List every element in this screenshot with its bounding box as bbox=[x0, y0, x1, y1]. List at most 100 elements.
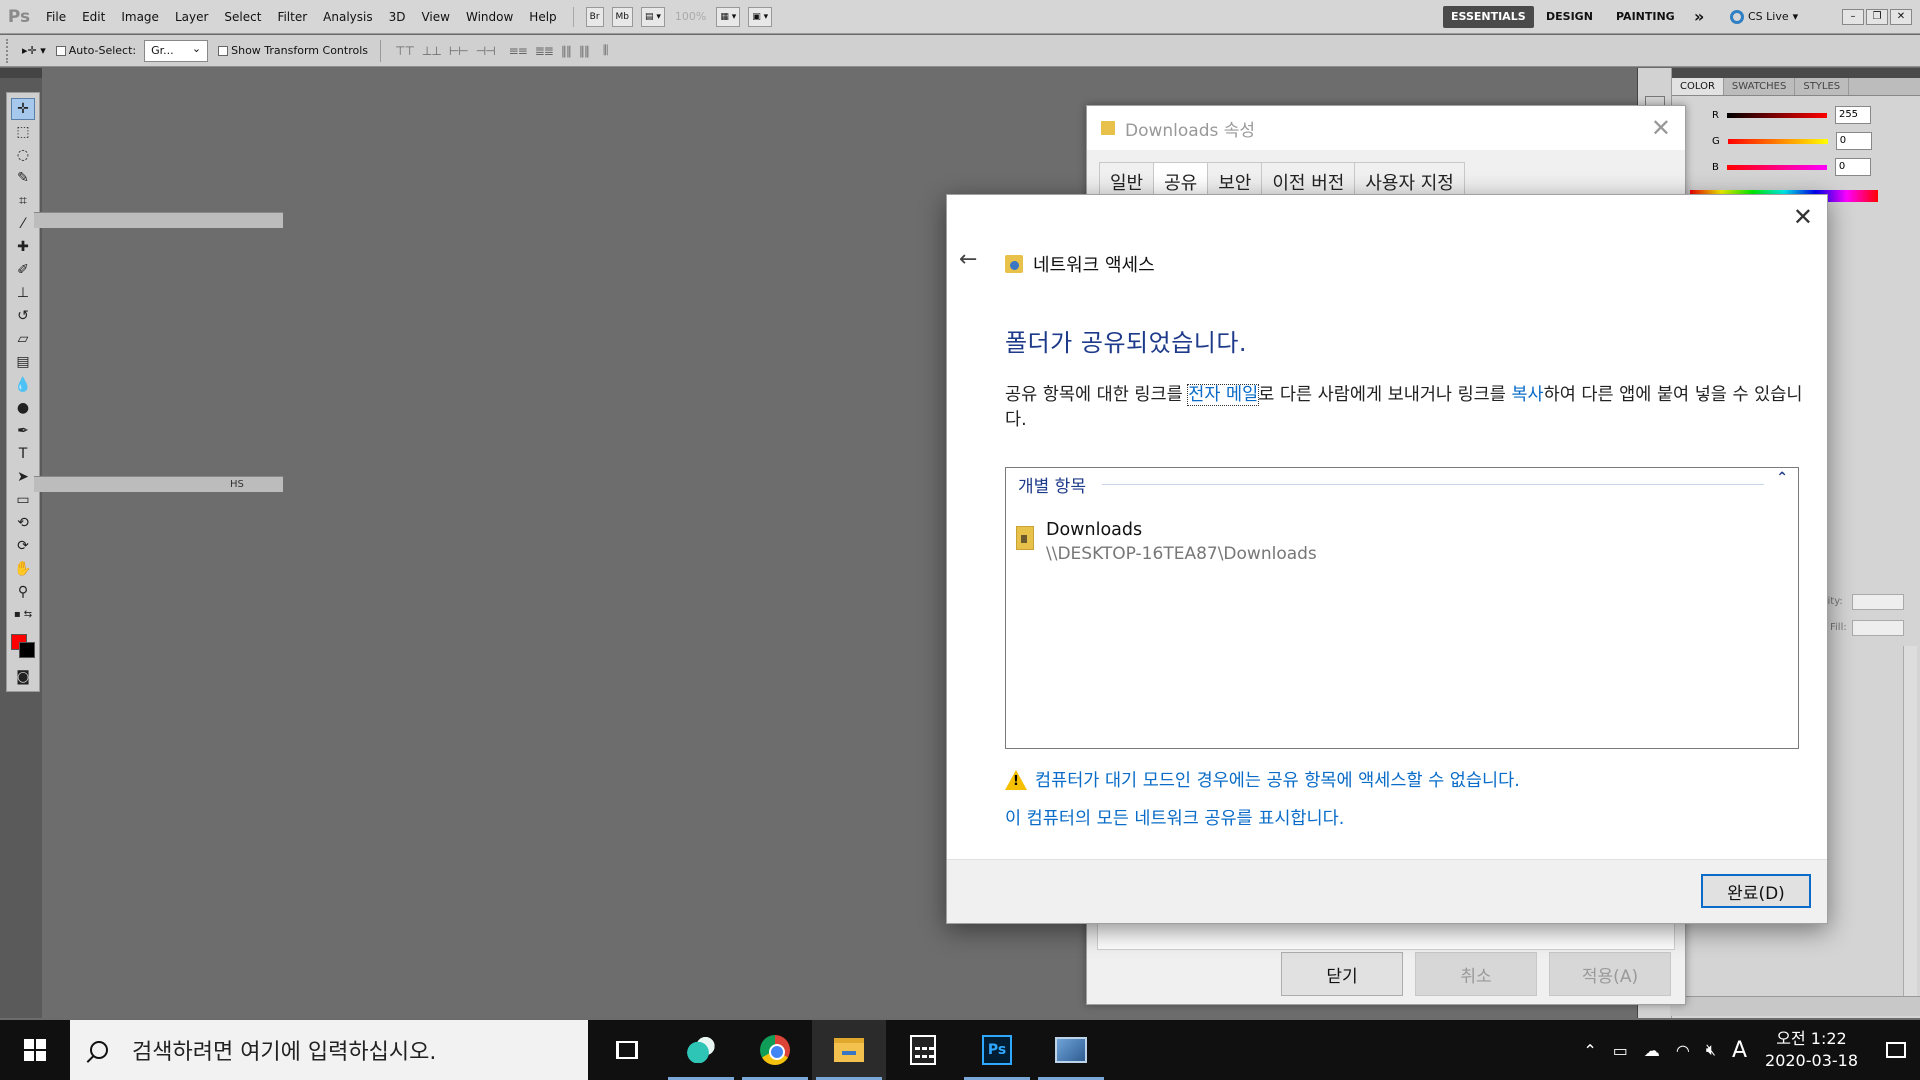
volume-muted-icon[interactable]: 🔇︎ bbox=[1706, 1040, 1716, 1060]
menu-layer[interactable]: Layer bbox=[167, 0, 216, 34]
eraser-tool-icon[interactable]: ▱ bbox=[11, 328, 35, 350]
red-value-input[interactable]: 255 bbox=[1834, 106, 1871, 124]
done-button[interactable]: 완료(D) bbox=[1701, 874, 1811, 908]
show-hidden-icons-chevron-icon[interactable]: ⌃ bbox=[1583, 1041, 1596, 1060]
zoom-tool-icon[interactable]: ⚲ bbox=[11, 581, 35, 603]
distribute-right-icon[interactable]: ∥∥ bbox=[579, 44, 590, 58]
distribute-top-icon[interactable]: ≡≡ bbox=[509, 44, 528, 58]
align-top-icon[interactable]: ⊤⊤ bbox=[395, 44, 415, 58]
auto-select-dropdown[interactable]: Gr... bbox=[144, 39, 209, 62]
hand-tool-icon[interactable]: ✋ bbox=[11, 558, 35, 580]
distribute-left-icon[interactable]: ∥∥ bbox=[561, 44, 572, 58]
close-button[interactable]: ✕ bbox=[1890, 9, 1912, 25]
mini-bridge-button[interactable]: Mb bbox=[611, 6, 634, 27]
auto-align-icon[interactable]: ⫼ bbox=[603, 43, 608, 58]
3d-rotate-tool-icon[interactable]: ⟲ bbox=[11, 512, 35, 534]
options-grip[interactable] bbox=[6, 38, 14, 63]
color-swatches[interactable] bbox=[9, 632, 37, 660]
workspace-essentials[interactable]: ESSENTIALS bbox=[1443, 6, 1534, 28]
opacity-input[interactable] bbox=[1852, 594, 1904, 610]
brush-tool-icon[interactable]: ✐ bbox=[11, 259, 35, 281]
menu-file[interactable]: File bbox=[38, 0, 74, 34]
menu-filter[interactable]: Filter bbox=[269, 0, 315, 34]
menu-view[interactable]: View bbox=[413, 0, 457, 34]
healing-brush-tool-icon[interactable]: ✚ bbox=[11, 236, 35, 258]
workspace-painting[interactable]: PAINTING bbox=[1608, 0, 1683, 34]
list-item[interactable]: Downloads \\DESKTOP-16TEA87\Downloads bbox=[1016, 518, 1317, 566]
quick-mask-icon[interactable]: ◙ bbox=[11, 666, 35, 688]
battery-icon[interactable]: ▭ bbox=[1613, 1041, 1628, 1060]
tab-color[interactable]: COLOR bbox=[1672, 78, 1724, 95]
show-transform-option[interactable]: Show Transform Controls bbox=[218, 44, 368, 57]
taskbar-app-chrome[interactable] bbox=[738, 1020, 812, 1080]
auto-select-option[interactable]: Auto-Select: bbox=[55, 44, 136, 57]
standby-warning[interactable]: 컴퓨터가 대기 모드인 경우에는 공유 항목에 액세스할 수 없습니다. bbox=[1005, 767, 1520, 792]
blue-slider[interactable] bbox=[1726, 164, 1827, 170]
swap-colors-icon[interactable]: ▪ ⇆ bbox=[11, 604, 35, 626]
show-transform-checkbox[interactable] bbox=[218, 45, 229, 56]
share-close-icon[interactable]: ✕ bbox=[1793, 203, 1813, 231]
start-button[interactable] bbox=[0, 1020, 70, 1080]
green-value-input[interactable]: 0 bbox=[1835, 132, 1872, 150]
tab-swatches[interactable]: SWATCHES bbox=[1724, 78, 1796, 95]
cancel-button[interactable]: 취소 bbox=[1415, 952, 1537, 996]
email-link[interactable]: 전자 메일 bbox=[1187, 384, 1260, 406]
align-left-icon[interactable]: ⊢⊢ bbox=[449, 44, 469, 58]
distribute-buttons[interactable]: ≡≡ ≣≣ ∥∥ ∥∥ bbox=[509, 44, 590, 58]
workspace-design[interactable]: DESIGN bbox=[1538, 0, 1601, 34]
zoom-level[interactable]: 100% bbox=[675, 10, 706, 23]
menu-edit[interactable]: Edit bbox=[74, 0, 113, 34]
distribute-middle-icon[interactable]: ≣≣ bbox=[535, 44, 554, 58]
close-dialog-button[interactable]: 닫기 bbox=[1281, 952, 1403, 996]
view-extras-button[interactable]: ▤ ▾ bbox=[641, 6, 665, 27]
menu-analysis[interactable]: Analysis bbox=[315, 0, 380, 34]
fill-input[interactable] bbox=[1852, 620, 1904, 636]
minimize-button[interactable]: – bbox=[1842, 9, 1864, 25]
properties-close-icon[interactable]: ✕ bbox=[1651, 114, 1671, 142]
task-view-button[interactable] bbox=[590, 1020, 664, 1080]
clone-stamp-tool-icon[interactable]: ⊥ bbox=[11, 282, 35, 304]
quick-select-tool-icon[interactable]: ✎ bbox=[11, 167, 35, 189]
collapse-chevron-icon[interactable]: ⌃ bbox=[1776, 470, 1788, 486]
layers-tab-partial[interactable]: HS bbox=[230, 479, 244, 490]
path-selection-tool-icon[interactable]: ➤ bbox=[11, 466, 35, 488]
background-color-swatch[interactable] bbox=[19, 642, 35, 658]
align-buttons[interactable]: ⊤⊤ ⊥⊥ ⊢⊢ ⊣⊣ bbox=[395, 44, 496, 58]
restore-button[interactable]: ❐ bbox=[1866, 9, 1888, 25]
move-tool-preset-icon[interactable]: ▸✛ ▾ bbox=[22, 44, 46, 57]
align-hcenter-icon[interactable]: ⊣⊣ bbox=[476, 44, 496, 58]
show-all-shares-link[interactable]: 이 컴퓨터의 모든 네트워크 공유를 표시합니다. bbox=[1005, 805, 1344, 830]
workspace-more-button[interactable]: » bbox=[1686, 0, 1712, 34]
menu-image[interactable]: Image bbox=[113, 0, 167, 34]
action-center-button[interactable] bbox=[1872, 1020, 1920, 1080]
3d-orbit-tool-icon[interactable]: ⟳ bbox=[11, 535, 35, 557]
taskbar-search-box[interactable]: 검색하려면 여기에 입력하십시오. bbox=[70, 1020, 588, 1080]
cs-live-button[interactable]: CS Live ▾ bbox=[1730, 0, 1798, 34]
taskbar-app-explorer[interactable] bbox=[812, 1020, 886, 1080]
standby-warning-text[interactable]: 컴퓨터가 대기 모드인 경우에는 공유 항목에 액세스할 수 없습니다. bbox=[1035, 767, 1520, 792]
onedrive-cloud-icon[interactable]: ☁ bbox=[1644, 1041, 1660, 1060]
marquee-tool-icon[interactable]: ⬚ bbox=[11, 121, 35, 143]
red-slider[interactable] bbox=[1726, 112, 1827, 118]
pen-tool-icon[interactable]: ✒ bbox=[11, 420, 35, 442]
crop-tool-icon[interactable]: ⌗ bbox=[11, 190, 35, 212]
screen-mode-button[interactable]: ▣ ▾ bbox=[748, 6, 773, 27]
dodge-tool-icon[interactable]: ● bbox=[11, 397, 35, 419]
menu-3d[interactable]: 3D bbox=[381, 0, 414, 34]
menu-window[interactable]: Window bbox=[458, 0, 521, 34]
blue-value-input[interactable]: 0 bbox=[1834, 158, 1871, 176]
adjustments-panel-header[interactable] bbox=[34, 212, 283, 228]
auto-align-button[interactable]: ⫼ bbox=[603, 43, 608, 58]
copy-link[interactable]: 복사 bbox=[1511, 385, 1543, 405]
blur-tool-icon[interactable]: 💧 bbox=[11, 374, 35, 396]
layers-scrollbar[interactable] bbox=[1903, 646, 1917, 996]
move-tool-icon[interactable]: ✛ bbox=[11, 97, 35, 120]
tools-panel-header[interactable] bbox=[0, 68, 42, 78]
shape-tool-icon[interactable]: ▭ bbox=[11, 489, 35, 511]
taskbar-app-photoshop[interactable]: Ps bbox=[960, 1020, 1034, 1080]
layers-panel-header[interactable]: HS bbox=[34, 476, 283, 492]
eyedropper-tool-icon[interactable]: ⁄ bbox=[11, 213, 35, 235]
menu-help[interactable]: Help bbox=[521, 0, 564, 34]
gradient-tool-icon[interactable]: ▤ bbox=[11, 351, 35, 373]
ime-indicator[interactable]: A bbox=[1732, 1038, 1747, 1063]
